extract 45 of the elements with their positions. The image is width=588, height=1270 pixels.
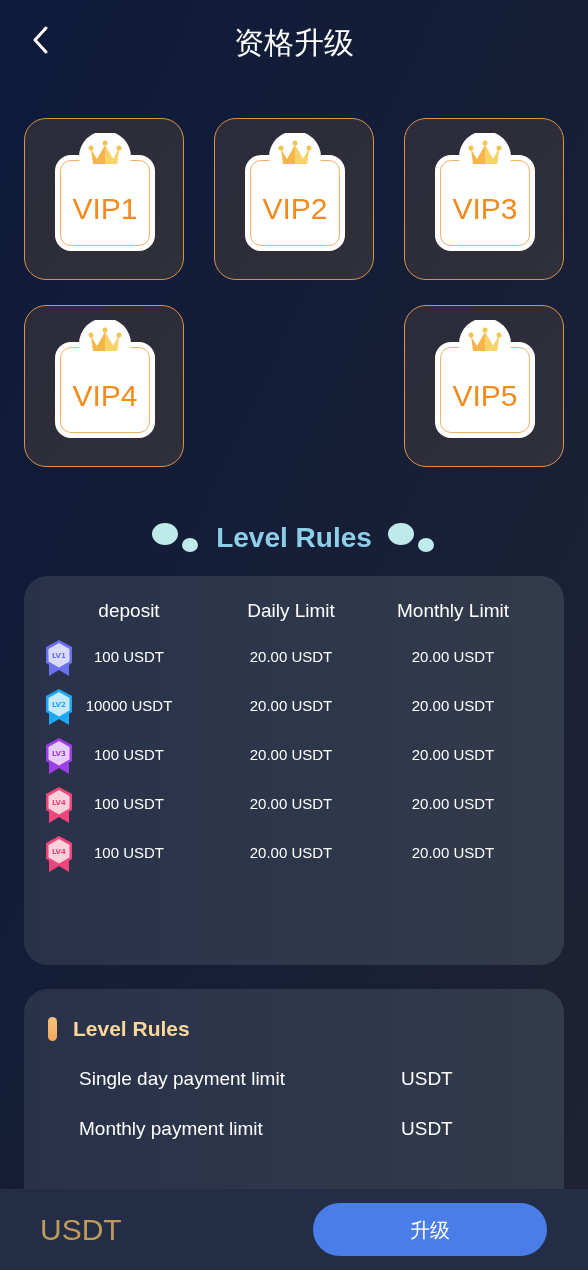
- vip-label: VIP2: [262, 194, 328, 224]
- vip-card[interactable]: VIP2: [214, 118, 374, 280]
- accent-bar: [48, 1016, 57, 1041]
- vip-label: VIP5: [452, 381, 518, 411]
- table-cell-text: 20.00 USDT: [410, 843, 496, 864]
- vip-card[interactable]: VIP1: [24, 118, 184, 280]
- limit-label: Monthly payment limit: [79, 1117, 264, 1141]
- page-title: 资格升级: [234, 24, 354, 62]
- column-header: deposit: [97, 598, 161, 623]
- column-header: Daily Limit: [246, 598, 336, 623]
- crown-icon: [458, 320, 512, 354]
- crown-icon: [78, 320, 132, 354]
- table-cell-text: 20.00 USDT: [410, 794, 496, 815]
- table-cell-text: 20.00 USDT: [410, 696, 496, 717]
- table-cell-text: 20.00 USDT: [248, 647, 334, 668]
- section-heading: Level Rules: [216, 521, 372, 555]
- limit-label: Single day payment limit: [79, 1066, 286, 1091]
- vip-label: VIP4: [72, 381, 138, 411]
- crown-icon: [458, 133, 512, 167]
- table-cell-text: 10000 USDT: [84, 696, 174, 717]
- table-cell-text: 20.00 USDT: [248, 696, 334, 717]
- bubbles-icon: [387, 522, 436, 554]
- table-cell-text: 100 USDT: [93, 794, 165, 815]
- column-header: Monthly Limit: [396, 598, 510, 623]
- vip-label: VIP3: [452, 194, 518, 224]
- table-cell-text: 20.00 USDT: [248, 745, 334, 766]
- table-cell-text: 20.00 USDT: [248, 843, 334, 864]
- limit-value: USDT: [401, 1117, 453, 1141]
- limit-value: USDT: [401, 1066, 453, 1091]
- table-cell-text: 20.00 USDT: [410, 745, 496, 766]
- upgrade-button[interactable]: 升级: [313, 1203, 547, 1256]
- vip-card[interactable]: VIP3: [404, 118, 564, 280]
- amount-text: USDT: [40, 1212, 122, 1248]
- vip-card[interactable]: VIP4: [24, 305, 184, 467]
- crown-icon: [268, 133, 322, 167]
- table-cell-text: 100 USDT: [93, 647, 165, 668]
- bubbles-icon: [152, 522, 201, 554]
- table-cell-text: 100 USDT: [93, 745, 165, 766]
- vip-card[interactable]: VIP5: [404, 305, 564, 467]
- crown-icon: [78, 133, 132, 167]
- table-cell-text: 20.00 USDT: [410, 647, 496, 668]
- table-cell-text: 20.00 USDT: [248, 794, 334, 815]
- table-cell-text: 100 USDT: [93, 843, 165, 864]
- vip-label: VIP1: [72, 194, 138, 224]
- card-title: Level Rules: [73, 1016, 190, 1042]
